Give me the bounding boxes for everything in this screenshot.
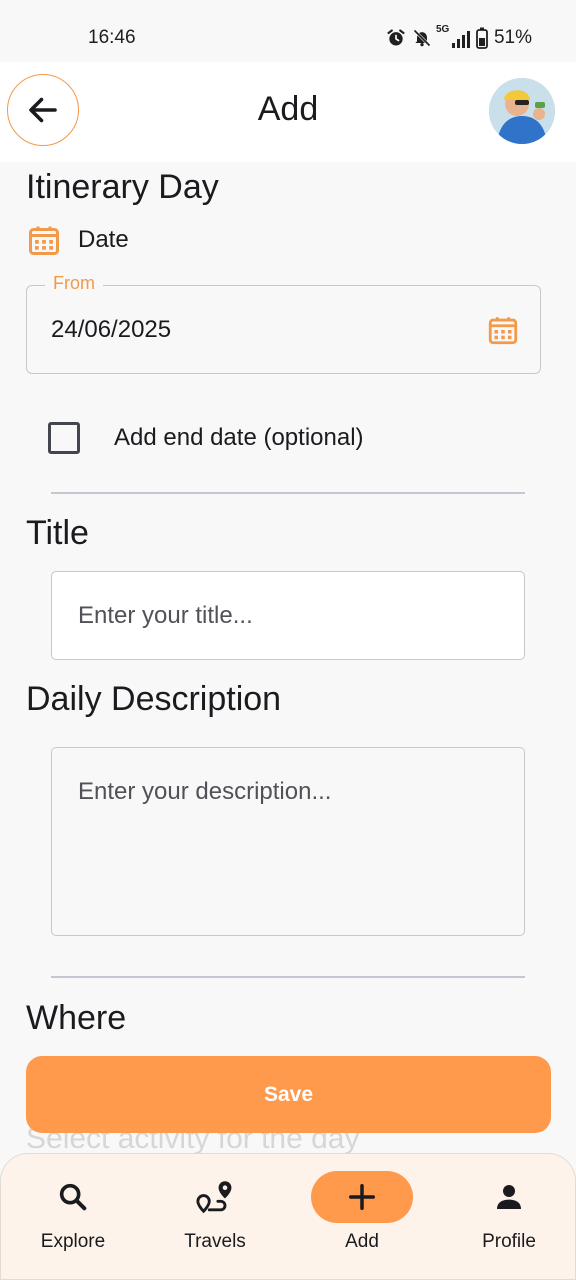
nav-item-profile[interactable]: Profile	[437, 1154, 576, 1280]
end-date-row[interactable]: Add end date (optional)	[48, 418, 364, 458]
save-button[interactable]: Save	[26, 1056, 551, 1133]
alarm-icon	[386, 28, 406, 48]
calendar-picker-icon[interactable]	[486, 312, 520, 348]
person-icon	[497, 1185, 521, 1209]
divider	[51, 976, 525, 978]
status-bar: 16:46 5G 51%	[0, 0, 576, 62]
end-date-label: Add end date (optional)	[114, 424, 364, 451]
from-date-value: 24/06/2025	[51, 316, 172, 343]
nav-label-travels: Travels	[184, 1231, 246, 1252]
app-header: Add	[0, 62, 576, 162]
nav-label-add: Add	[345, 1231, 379, 1252]
date-label: Date	[78, 226, 129, 253]
avatar[interactable]	[489, 78, 555, 144]
search-icon	[59, 1183, 87, 1211]
mute-icon	[412, 28, 432, 48]
nav-item-explore[interactable]: Explore	[1, 1154, 145, 1280]
status-icons: 5G 51%	[386, 24, 532, 50]
plus-icon	[349, 1184, 375, 1210]
title-heading: Title	[26, 514, 89, 552]
calendar-icon	[29, 226, 59, 255]
nav-item-add[interactable]: Add	[290, 1154, 434, 1280]
status-time: 16:46	[88, 27, 136, 48]
bottom-nav: Explore Travels Add Profile	[0, 1153, 576, 1280]
from-label: From	[45, 273, 103, 294]
end-date-checkbox[interactable]	[48, 422, 80, 454]
description-placeholder: Enter your description...	[78, 778, 332, 805]
divider	[51, 492, 525, 494]
network-type: 5G	[435, 24, 450, 35]
itinerary-day-heading: Itinerary Day	[26, 168, 219, 206]
nav-label-profile: Profile	[482, 1231, 536, 1252]
title-input[interactable]: Enter your title...	[51, 571, 525, 660]
title-placeholder: Enter your title...	[78, 602, 253, 629]
from-date-field[interactable]: From 24/06/2025	[26, 273, 541, 374]
nav-item-travels[interactable]: Travels	[143, 1154, 287, 1280]
nav-label-explore: Explore	[40, 1231, 106, 1252]
where-heading: Where	[26, 999, 127, 1037]
battery-level: 51%	[493, 27, 532, 48]
nav-active-indicator	[311, 1171, 413, 1223]
date-row: Date	[26, 220, 129, 260]
description-input[interactable]: Enter your description...	[51, 747, 525, 936]
description-heading: Daily Description	[26, 680, 282, 718]
battery-icon	[476, 27, 488, 49]
signal-icon: 5G	[436, 24, 470, 48]
route-icon	[196, 1181, 232, 1214]
